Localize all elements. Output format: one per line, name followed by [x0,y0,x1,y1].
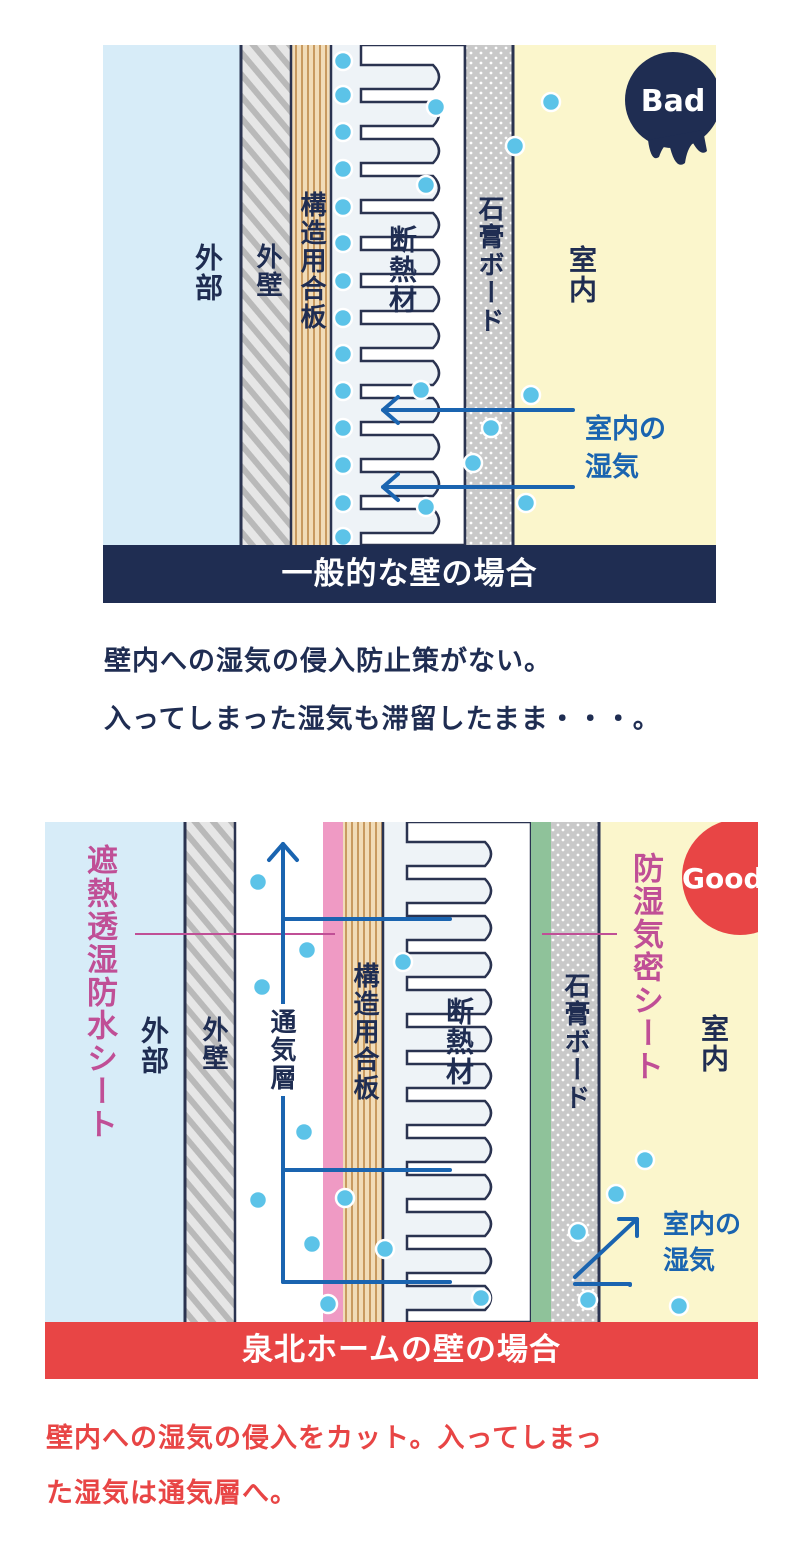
good-plywood-label: 構造用合板 [349,962,379,1102]
bad-moisture-label-line1: 室内の [585,414,666,445]
good-air-layer-label: 通気層 [263,1004,300,1096]
good-moisture-label-line1: 室内の [663,1210,742,1240]
bad-outer-wall-label: 外壁 [252,243,282,299]
breathable-sheet-layer [323,822,343,1322]
good-outside-label: 外部 [137,1016,170,1076]
bad-caption-line1: 壁内への湿気の侵入防止策がない。 [104,646,552,677]
good-caption-line2: た湿気は通気層へ。 [46,1478,298,1509]
good-wall-diagram: 遮熱透湿防水シート 外部 外壁 通気層 構造用合板 断熱材 石膏ボード 防湿気密… [45,822,758,1322]
good-breathable-sheet-label: 遮熱透湿防水シート [81,844,117,1141]
good-vapor-barrier-label: 防湿気密シート [627,852,663,1083]
good-room-label: 室内 [697,1014,730,1074]
outer-wall-layer [185,822,235,1322]
bad-wall-diagram: 外部 外壁 構造用合板 断熱材 石膏ボード 室内 室内の 湿気 Bad [103,45,716,545]
bad-badge: Bad [640,83,706,119]
good-badge: Good [682,861,758,895]
good-caption-line1: 壁内への湿気の侵入をカット。入ってしまっ [46,1423,604,1454]
good-title-bar: 泉北ホームの壁の場合 [45,1322,758,1379]
bad-gypsum-label: 石膏ボード [474,195,504,335]
vapor-barrier-layer [531,822,551,1322]
good-gypsum-label: 石膏ボード [560,972,590,1112]
bad-title-bar: 一般的な壁の場合 [103,545,716,603]
bad-outside-label: 外部 [191,243,224,303]
good-insulation-label: 断熱材 [442,997,475,1087]
good-moisture-label-line2: 湿気 [663,1246,716,1276]
bad-plywood-label: 構造用合板 [296,191,326,331]
good-outer-wall-label: 外壁 [198,1016,228,1072]
bad-insulation-label: 断熱材 [385,225,418,315]
bad-moisture-label-line2: 湿気 [585,452,639,483]
bad-caption-line2: 入ってしまった湿気も滞留したまま・・・。 [104,704,661,735]
bad-room-label: 室内 [565,245,598,305]
